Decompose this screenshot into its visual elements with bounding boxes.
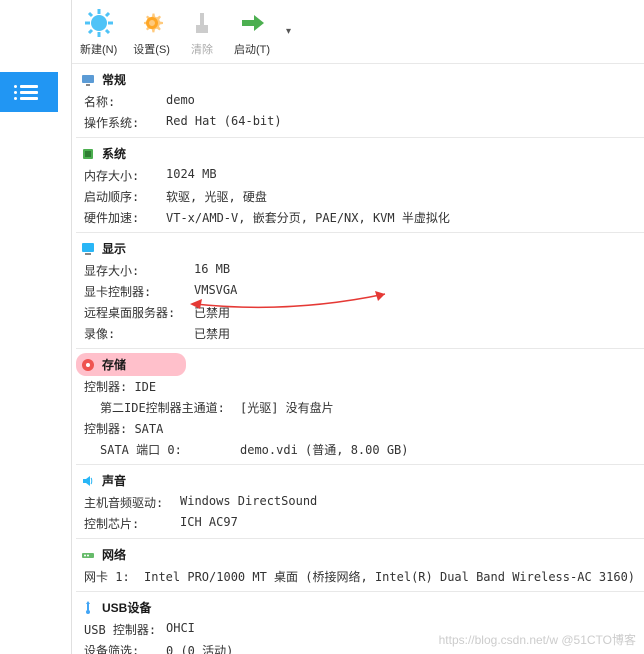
usb-icon <box>80 600 96 616</box>
section-header-system[interactable]: 系统 <box>76 142 644 165</box>
gear-icon <box>136 7 168 39</box>
start-button[interactable]: 启动(T) <box>234 7 270 57</box>
new-button[interactable]: 新建(N) <box>80 7 117 57</box>
section-header-usb[interactable]: USB设备 <box>76 596 644 619</box>
section-display: 显示 显存大小:16 MB 显卡控制器:VMSVGA 远程桌面服务器:已禁用 录… <box>76 237 644 344</box>
dropdown-arrow-icon[interactable]: ▾ <box>286 26 291 37</box>
settings-label: 设置(S) <box>133 41 170 57</box>
section-header-display[interactable]: 显示 <box>76 237 644 260</box>
section-header-storage[interactable]: 存储 <box>76 353 186 376</box>
section-system: 系统 内存大小:1024 MB 启动顺序:软驱, 光驱, 硬盘 硬件加速:VT-… <box>76 142 644 228</box>
section-general: 常规 名称:demo 操作系统:Red Hat (64-bit) <box>76 68 644 133</box>
section-storage: 存储 控制器: IDE 第二IDE控制器主通道:[光驱] 没有盘片 控制器: S… <box>76 353 644 460</box>
start-label: 启动(T) <box>234 41 270 57</box>
sun-icon <box>83 7 115 39</box>
chip-icon <box>80 146 96 162</box>
details-panel: 常规 名称:demo 操作系统:Red Hat (64-bit) 系统 内存大小… <box>72 64 644 654</box>
new-label: 新建(N) <box>80 41 117 57</box>
clear-button: 清除 <box>186 7 218 57</box>
disk-icon <box>80 357 96 373</box>
monitor-icon <box>80 241 96 257</box>
toolbar: 新建(N) 设置(S) 清除 启动(T) ▾ <box>72 0 644 64</box>
section-header-audio[interactable]: 声音 <box>76 469 644 492</box>
network-icon <box>80 547 96 563</box>
brush-icon <box>186 7 218 39</box>
arrow-right-icon <box>236 7 268 39</box>
section-network: 网络 网卡 1:Intel PRO/1000 MT 桌面 (桥接网络, Inte… <box>76 543 644 587</box>
speaker-icon <box>80 473 96 489</box>
left-sidebar <box>0 0 72 654</box>
list-icon <box>20 85 38 100</box>
section-header-general[interactable]: 常规 <box>76 68 644 91</box>
settings-button[interactable]: 设置(S) <box>133 7 170 57</box>
section-header-network[interactable]: 网络 <box>76 543 644 566</box>
clear-label: 清除 <box>191 41 213 57</box>
section-audio: 声音 主机音频驱动:Windows DirectSound 控制芯片:ICH A… <box>76 469 644 534</box>
watermark: https://blog.csdn.net/w @51CTO博客 <box>439 631 636 648</box>
computer-icon <box>80 72 96 88</box>
list-tab[interactable] <box>0 72 58 112</box>
